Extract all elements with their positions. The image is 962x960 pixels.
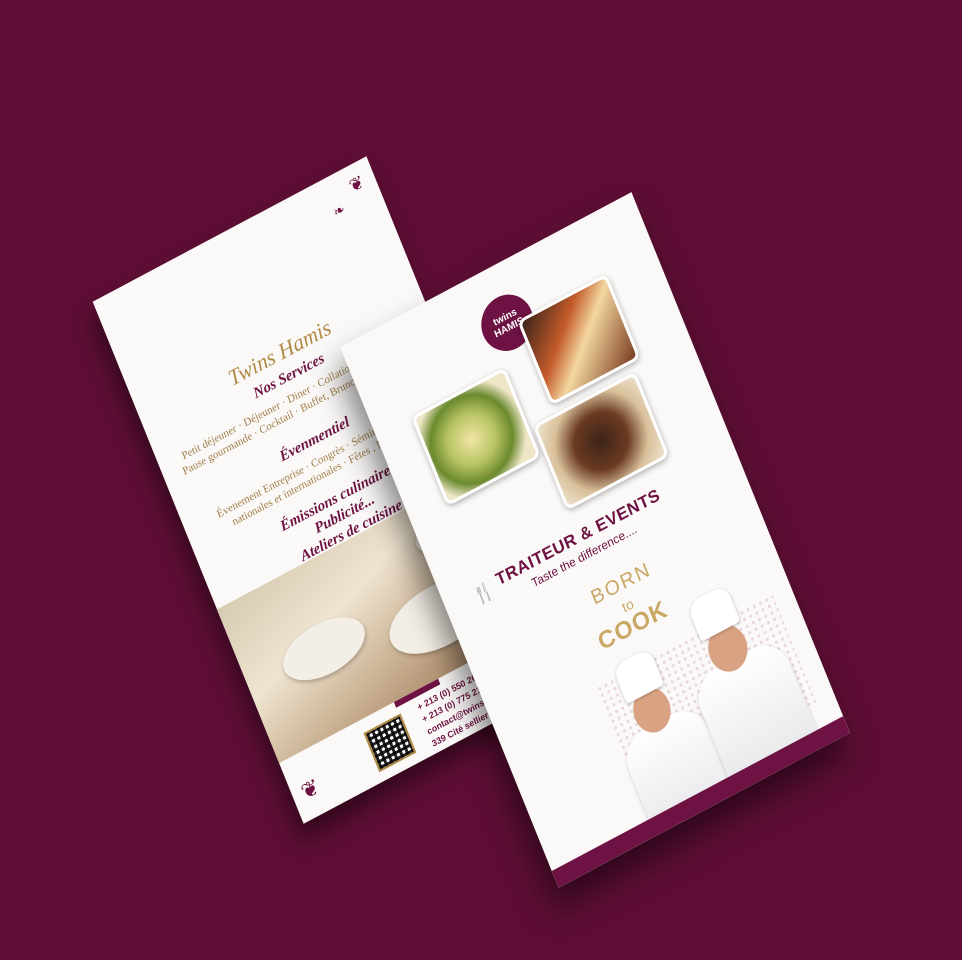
food-photo-salad — [411, 367, 541, 507]
plate-shape — [274, 604, 374, 694]
floral-ornament-icon: ❦ — [297, 773, 324, 806]
qr-code-icon — [363, 713, 417, 773]
floral-ornament-icon: ❧ — [331, 202, 348, 222]
cutlery-icon: 🍴 — [470, 578, 498, 609]
floral-ornament-icon: ❦ — [346, 171, 368, 197]
